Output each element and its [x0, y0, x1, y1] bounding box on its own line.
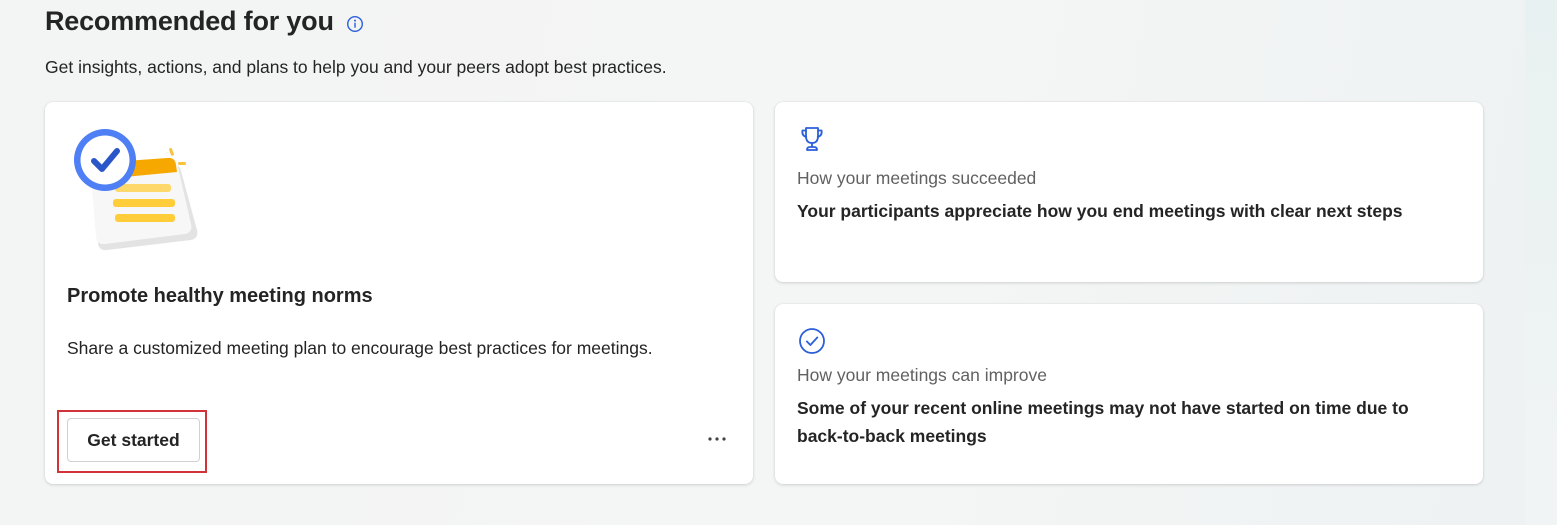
checkmark-circle-icon — [797, 326, 827, 356]
more-options-icon[interactable] — [703, 427, 731, 451]
section-subtitle: Get insights, actions, and plans to help… — [45, 57, 667, 77]
plan-title: Promote healthy meeting norms — [67, 285, 373, 307]
insight-card-succeeded: How your meetings succeeded Your partici… — [775, 102, 1483, 282]
plan-description: Share a customized meeting plan to encou… — [67, 338, 653, 358]
checklist-illustration — [71, 126, 201, 252]
insight-label: How your meetings succeeded — [797, 168, 1037, 188]
insight-label: How your meetings can improve — [797, 365, 1047, 385]
plan-card: Promote healthy meeting norms Share a cu… — [45, 102, 753, 484]
section-header: Recommended for you — [45, 6, 364, 37]
page-background-edge — [1525, 0, 1557, 525]
insight-card-improve: How your meetings can improve Some of yo… — [775, 304, 1483, 484]
insight-text: Some of your recent online meetings may … — [797, 398, 1409, 446]
trophy-icon — [797, 124, 827, 154]
insight-text: Your participants appreciate how you end… — [797, 201, 1403, 221]
get-started-button[interactable]: Get started — [67, 418, 200, 462]
info-icon[interactable] — [346, 15, 364, 33]
section-title: Recommended for you — [45, 6, 334, 36]
